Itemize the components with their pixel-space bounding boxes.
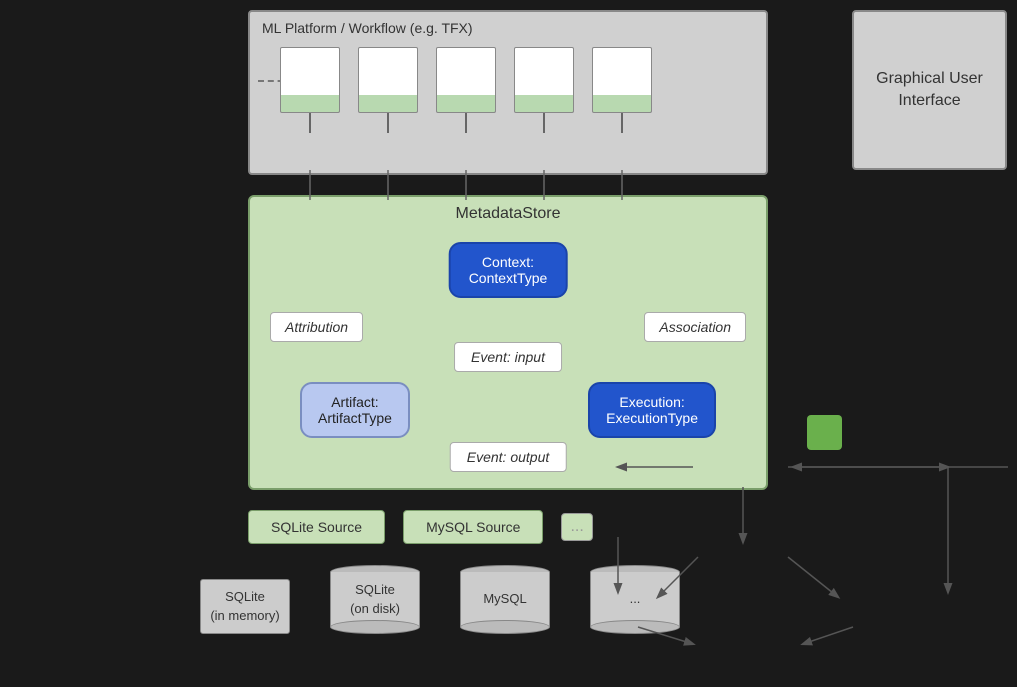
pipeline-components: [280, 47, 652, 133]
gui-to-metadata-svg: [760, 80, 860, 200]
pipeline-box-4: [514, 47, 574, 97]
db-dots: ...: [590, 565, 680, 634]
pipeline-box-3: [436, 47, 496, 97]
db-mysql: MySQL: [460, 565, 550, 634]
pipeline-box-1: [280, 47, 340, 97]
pipeline-box-5: [592, 47, 652, 97]
source-dots: ...: [561, 513, 592, 541]
gui-label: Graphical User Interface: [854, 68, 1005, 113]
context-node: Context:ContextType: [449, 242, 568, 298]
pipeline-box-green-1: [280, 95, 340, 113]
artifact-node: Artifact:ArtifactType: [300, 382, 410, 438]
db-sqlite-disk: SQLite(on disk): [330, 565, 420, 634]
database-row: SQLite(in memory) SQLite(on disk) MySQL …: [200, 565, 680, 634]
pipeline-box-green-3: [436, 95, 496, 113]
pipeline-box-green-2: [358, 95, 418, 113]
gui-box: Graphical User Interface: [852, 10, 1007, 170]
attribution-label: Attribution: [270, 312, 363, 342]
cylinder-bottom-2: [460, 620, 550, 634]
pipeline-box-green-4: [514, 95, 574, 113]
pipeline-connector-1: [309, 113, 311, 133]
pipeline-box-green-5: [592, 95, 652, 113]
db-sqlite-memory-box: SQLite(in memory): [200, 579, 290, 634]
pipeline-connector-3: [465, 113, 467, 133]
mysql-source-btn: MySQL Source: [403, 510, 543, 544]
db-dots-body: ...: [590, 572, 680, 627]
execution-node: Execution:ExecutionType: [588, 382, 716, 438]
pipeline-box-2: [358, 47, 418, 97]
source-row: SQLite Source MySQL Source ...: [248, 510, 593, 544]
main-diagram: ML Platform / Workflow (e.g. TFX): [0, 0, 1017, 663]
pipeline-connector-4: [543, 113, 545, 133]
ml-platform-box: ML Platform / Workflow (e.g. TFX): [248, 10, 768, 175]
event-output-label: Event: output: [450, 442, 567, 472]
cylinder-bottom-3: [590, 620, 680, 634]
db-sqlite-disk-body: SQLite(on disk): [330, 572, 420, 627]
pipeline-connector-2: [387, 113, 389, 133]
db-sqlite-memory: SQLite(in memory): [200, 579, 290, 634]
event-input-label: Event: input: [454, 342, 562, 372]
green-square-indicator: [807, 415, 842, 450]
metadata-store-label: MetadataStore: [456, 205, 561, 223]
association-label: Association: [644, 312, 746, 342]
db-mysql-body: MySQL: [460, 572, 550, 627]
sqlite-source-btn: SQLite Source: [248, 510, 385, 544]
metadata-store-box: MetadataStore Context:ContextType Attrib…: [248, 195, 768, 490]
ml-platform-label: ML Platform / Workflow (e.g. TFX): [262, 20, 473, 36]
cylinder-bottom-1: [330, 620, 420, 634]
pipeline-connector-5: [621, 113, 623, 133]
